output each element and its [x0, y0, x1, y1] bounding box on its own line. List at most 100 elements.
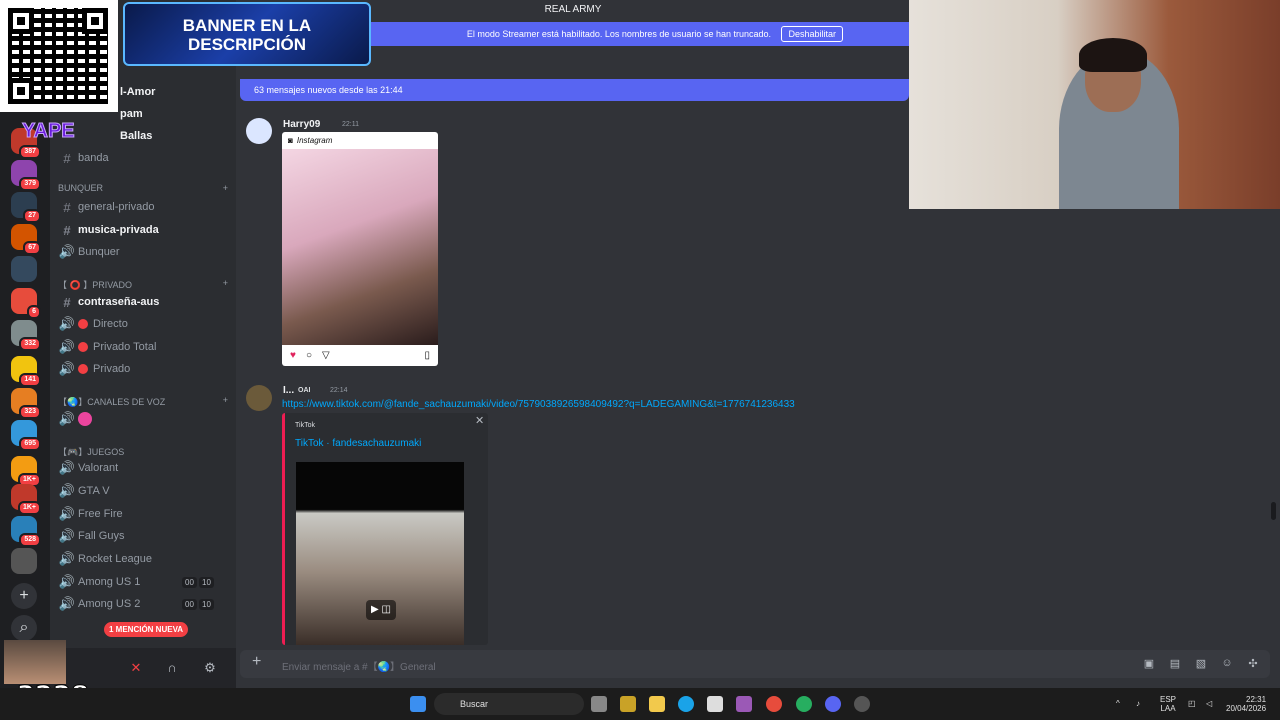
discord-icon[interactable]: [825, 696, 841, 712]
start-icon[interactable]: [410, 696, 426, 712]
gear-icon[interactable]: ⚙: [202, 660, 218, 676]
server-icon[interactable]: [11, 548, 37, 574]
scrollbar-thumb[interactable]: [1271, 502, 1276, 520]
speaker-icon: 🔊: [58, 551, 76, 566]
channel-label: Free Fire: [78, 508, 123, 520]
embed-provider: TikTok: [295, 422, 315, 429]
voice-channel-unnamed[interactable]: 🔊: [58, 409, 228, 429]
chevron-up-icon[interactable]: ^: [1116, 699, 1120, 708]
channel-item[interactable]: 🔊 Privado Total: [58, 337, 228, 357]
app-icon[interactable]: [854, 696, 870, 712]
channel-item[interactable]: 🔊 Among US 1 00 10: [58, 572, 228, 592]
server-icon[interactable]: 323: [11, 388, 41, 419]
instagram-embed[interactable]: ◙ Instagram ♥ ○ ▽ ▯: [282, 132, 438, 366]
channel-item[interactable]: 🔊 Fall Guys: [58, 526, 228, 546]
embed-title[interactable]: TikTok · fandesachauzumaki: [295, 438, 421, 449]
category-privado[interactable]: 【 ⭕ 】PRIVADO +: [58, 278, 228, 291]
server-icon[interactable]: 379: [11, 160, 41, 191]
server-icon[interactable]: [11, 256, 37, 282]
comment-icon[interactable]: ○: [306, 350, 312, 361]
folder-icon[interactable]: [649, 696, 665, 712]
server-icon[interactable]: 1K+: [11, 456, 41, 487]
app-icon[interactable]: [707, 696, 723, 712]
embed-image[interactable]: [282, 149, 438, 345]
gif-icon[interactable]: ▤: [1168, 657, 1182, 671]
heart-icon[interactable]: ♥: [290, 350, 296, 361]
task-view-icon[interactable]: [591, 696, 607, 712]
channel-item[interactable]: 🔊 Bunquer: [58, 242, 228, 262]
status-dot-icon: [78, 319, 88, 329]
server-icon[interactable]: 67: [11, 224, 41, 255]
taskbar-search[interactable]: Buscar: [434, 693, 584, 715]
avatar[interactable]: [246, 385, 272, 411]
qr-code: [0, 0, 118, 112]
emoji-icon[interactable]: ☺: [1220, 657, 1234, 671]
new-mention-badge[interactable]: 1 MENCIÓN NUEVA: [104, 622, 189, 637]
username[interactable]: Harry09: [283, 119, 320, 130]
channel-item[interactable]: 🔊 Free Fire: [58, 504, 228, 524]
channel-label: Among US 1: [78, 576, 141, 588]
disable-streamer-button[interactable]: Deshabilitar: [781, 26, 843, 42]
server-icon[interactable]: 6: [11, 288, 41, 319]
volume-icon[interactable]: ◁: [1206, 699, 1212, 708]
network-icon[interactable]: ◰: [1188, 699, 1196, 708]
username[interactable]: I...: [283, 385, 294, 396]
channel-label: banda: [78, 152, 109, 164]
channel-item[interactable]: 🔊 Privado: [58, 359, 228, 379]
channel-item[interactable]: 🔊 Directo: [58, 314, 228, 334]
composer-placeholder[interactable]: Enviar mensaje a #【🌏】General: [282, 658, 436, 673]
avatar[interactable]: [246, 118, 272, 144]
category-juegos[interactable]: 【🎮】Juegos: [58, 445, 228, 458]
add-channel-icon[interactable]: +: [223, 183, 228, 193]
server-icon[interactable]: 27: [11, 192, 41, 223]
server-icon[interactable]: 695: [11, 420, 41, 451]
chrome-profile-icon[interactable]: [796, 696, 812, 712]
channel-item[interactable]: # banda: [58, 148, 228, 168]
clock[interactable]: 22:31 20/04/2026: [1226, 695, 1266, 713]
mic-muted-icon[interactable]: ✕: [128, 660, 144, 676]
bookmark-icon[interactable]: ▯: [424, 350, 430, 361]
category-bunquer[interactable]: BUNQUER +: [58, 183, 228, 193]
add-channel-icon[interactable]: +: [223, 395, 228, 408]
channel-label: Valorant: [78, 462, 119, 474]
video-thumbnail[interactable]: ▶ ◫: [296, 462, 464, 645]
headset-icon[interactable]: ∩: [164, 660, 180, 676]
discover-icon[interactable]: ⌕: [11, 615, 37, 641]
close-icon[interactable]: ✕: [475, 414, 484, 427]
edge-icon[interactable]: [678, 696, 694, 712]
channel-item[interactable]: 🔊 GTA V: [58, 481, 228, 501]
app-icon[interactable]: [620, 696, 636, 712]
apps-icon[interactable]: ✣: [1246, 657, 1260, 671]
new-messages-bar[interactable]: 63 mensajes nuevos desde las 21:44: [240, 79, 909, 101]
channel-item[interactable]: 🔊 Among US 2 00 10: [58, 594, 228, 614]
add-channel-icon[interactable]: +: [223, 278, 228, 291]
server-icon[interactable]: 1K+: [11, 484, 41, 515]
category-voz[interactable]: 【🌏】Canales de voz +: [58, 395, 228, 408]
play-icon[interactable]: ▶ ◫: [366, 600, 396, 620]
channel-title: REAL ARMY: [544, 4, 602, 15]
channel-item[interactable]: 🔊 Valorant: [58, 458, 228, 478]
channel-item[interactable]: # contraseña-aus: [58, 292, 228, 312]
server-icon[interactable]: 528: [11, 516, 41, 547]
server-icon[interactable]: 332: [11, 320, 41, 351]
chrome-icon[interactable]: [766, 696, 782, 712]
server-icon[interactable]: 141: [11, 356, 41, 387]
sticker-icon[interactable]: ▧: [1194, 657, 1208, 671]
streamer-text: El modo Streamer está habilitado. Los no…: [466, 29, 771, 39]
channel-item[interactable]: 🔊 Rocket League: [58, 549, 228, 569]
copilot-icon[interactable]: [736, 696, 752, 712]
add-attachment-icon[interactable]: +: [252, 653, 261, 671]
channel-label: musica-privada: [78, 224, 159, 236]
language-indicator[interactable]: ESP LAA: [1160, 695, 1176, 713]
speaker-icon: 🔊: [58, 361, 76, 376]
channel-item[interactable]: # musica-privada: [58, 220, 228, 240]
gift-icon[interactable]: ▣: [1142, 657, 1156, 671]
message-composer[interactable]: + Enviar mensaje a #【🌏】General ▣ ▤ ▧ ☺ ✣: [240, 650, 1270, 678]
tiktok-link[interactable]: https://www.tiktok.com/@fande_sachauzuma…: [282, 399, 795, 410]
speaker-icon: 🔊: [58, 506, 76, 521]
add-server-icon[interactable]: +: [11, 583, 37, 609]
channel-item[interactable]: # general-privado: [58, 197, 228, 217]
mic-icon[interactable]: ♪: [1136, 699, 1140, 708]
share-icon[interactable]: ▽: [322, 350, 330, 361]
speaker-icon: 🔊: [58, 339, 76, 354]
